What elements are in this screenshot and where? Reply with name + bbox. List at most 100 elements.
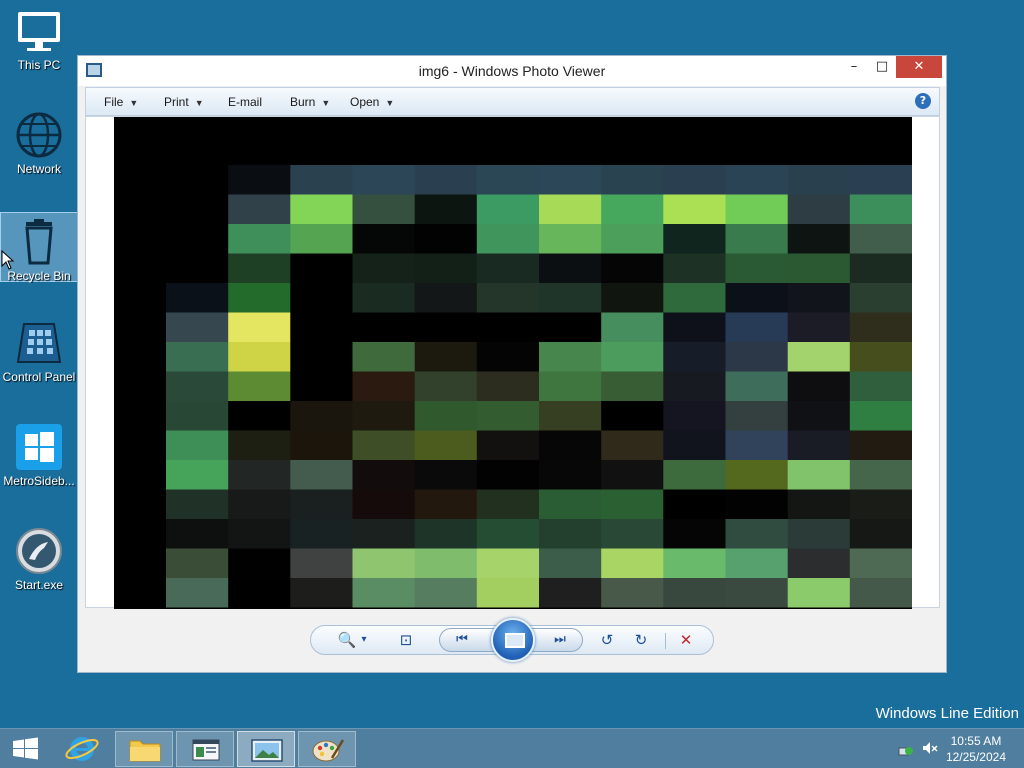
maximize-button[interactable]: □	[868, 56, 896, 78]
image-pixel-block	[476, 548, 540, 579]
delete-button[interactable]: ✕	[675, 631, 697, 649]
image-pixel-block	[228, 342, 291, 372]
menu-open[interactable]: Open ▼	[350, 95, 394, 109]
menu-print-label: Print	[164, 95, 189, 109]
previous-button[interactable]: ⏮	[450, 631, 474, 649]
image-pixel-block	[849, 194, 912, 225]
image-pixel-block	[166, 342, 229, 372]
image-pixel-block	[290, 519, 353, 549]
image-pixel-block	[787, 578, 851, 608]
slideshow-button[interactable]	[491, 618, 535, 662]
image-pixel-block	[601, 519, 664, 549]
image-pixel-block	[476, 283, 540, 313]
image-pixel-block	[787, 371, 851, 402]
network-status-icon[interactable]	[897, 739, 915, 757]
taskbar-paint[interactable]	[298, 731, 356, 767]
image-pixel-block	[539, 165, 602, 195]
chevron-down-icon: ▼	[129, 98, 139, 108]
image-pixel-block	[663, 460, 726, 490]
image-pixel-block	[663, 224, 726, 254]
menu-file[interactable]: File ▼	[104, 95, 138, 109]
actual-size-icon[interactable]: ⊡	[395, 631, 417, 649]
image-viewport[interactable]	[85, 116, 940, 609]
help-icon[interactable]: ?	[915, 93, 931, 109]
next-button[interactable]: ⏭	[548, 631, 572, 649]
menu-print[interactable]: Print ▼	[164, 95, 204, 109]
image-pixel-block	[539, 401, 602, 431]
image-pixel-block	[166, 224, 229, 254]
desktop-icon-control-panel[interactable]: Control Panel	[0, 314, 78, 384]
title-bar[interactable]: img6 - Windows Photo Viewer – □ ✕	[78, 56, 946, 86]
desktop-icon-this-pc[interactable]: This PC	[0, 2, 78, 72]
image-pixel-block	[539, 430, 602, 461]
image-pixel-block	[539, 371, 602, 402]
command-bar: File ▼ Print ▼ E-mail Burn ▼ Open ▼ ?	[85, 87, 940, 116]
paint-palette-icon	[312, 739, 345, 762]
image-pixel-block	[539, 283, 602, 313]
taskbar-app-window[interactable]	[176, 731, 234, 767]
close-button[interactable]: ✕	[896, 56, 942, 78]
image-pixel-block	[114, 371, 167, 402]
clock-date: 12/25/2024	[945, 750, 1006, 764]
image-pixel-block	[787, 548, 851, 579]
image-pixel-block	[114, 430, 167, 461]
image-pixel-block	[414, 607, 478, 609]
volume-muted-icon[interactable]	[921, 739, 939, 757]
image-pixel-block	[476, 401, 540, 431]
menu-email[interactable]: E-mail	[228, 95, 262, 109]
image-pixel-block	[166, 489, 229, 520]
image-pixel-block	[290, 489, 353, 520]
image-pixel-block	[601, 312, 664, 343]
zoom-icon[interactable]: 🔍	[337, 631, 357, 649]
image-pixel-block	[228, 430, 291, 461]
image-pixel-block	[725, 224, 789, 254]
desktop-icon-start-exe[interactable]: Start.exe	[0, 522, 78, 592]
pixelated-photo	[114, 117, 912, 609]
image-pixel-block	[290, 194, 353, 225]
image-pixel-block	[352, 165, 416, 195]
image-pixel-block	[849, 165, 912, 195]
image-pixel-block	[849, 548, 912, 579]
image-pixel-block	[114, 489, 167, 520]
image-pixel-block	[114, 342, 167, 372]
zoom-chevron-icon[interactable]: ▾	[359, 631, 369, 649]
taskbar-file-explorer[interactable]	[115, 731, 173, 767]
image-pixel-block	[663, 312, 726, 343]
image-pixel-block	[290, 253, 353, 284]
image-pixel-block	[414, 371, 478, 402]
minimize-button[interactable]: –	[840, 56, 868, 78]
desktop-icon-metrosidebar[interactable]: MetroSideb...	[0, 418, 78, 488]
taskbar-photo-viewer[interactable]	[237, 731, 295, 767]
image-pixel-block	[228, 578, 291, 608]
image-pixel-block	[114, 401, 167, 431]
image-pixel-block	[601, 371, 664, 402]
menu-burn[interactable]: Burn ▼	[290, 95, 330, 109]
taskbar-internet-explorer[interactable]	[54, 731, 112, 767]
clock-time: 10:55 AM	[950, 734, 1002, 748]
image-pixel-block	[725, 371, 789, 402]
desktop-icon-recycle-bin[interactable]: Recycle Bin	[0, 212, 78, 283]
image-pixel-block	[539, 224, 602, 254]
system-clock[interactable]: 10:55 AM 12/25/2024	[946, 733, 1006, 765]
control-panel-icon	[14, 318, 64, 368]
image-pixel-block	[601, 489, 664, 520]
image-pixel-block	[166, 460, 229, 490]
image-pixel-block	[476, 607, 540, 609]
image-pixel-block	[601, 430, 664, 461]
start-button[interactable]	[0, 731, 52, 767]
image-pixel-block	[476, 194, 540, 225]
image-pixel-block	[787, 607, 851, 609]
image-pixel-block	[725, 283, 789, 313]
image-pixel-block	[787, 194, 851, 225]
image-pixel-block	[663, 342, 726, 372]
image-pixel-block	[601, 607, 664, 609]
image-pixel-block	[166, 401, 229, 431]
rotate-clockwise-button[interactable]: ↻	[631, 631, 651, 649]
image-pixel-block	[725, 342, 789, 372]
image-pixel-block	[228, 165, 291, 195]
image-pixel-block	[414, 283, 478, 313]
image-pixel-block	[601, 342, 664, 372]
rotate-counterclockwise-button[interactable]: ↺	[597, 631, 617, 649]
image-pixel-block	[725, 489, 789, 520]
desktop-icon-network[interactable]: Network	[0, 106, 78, 176]
